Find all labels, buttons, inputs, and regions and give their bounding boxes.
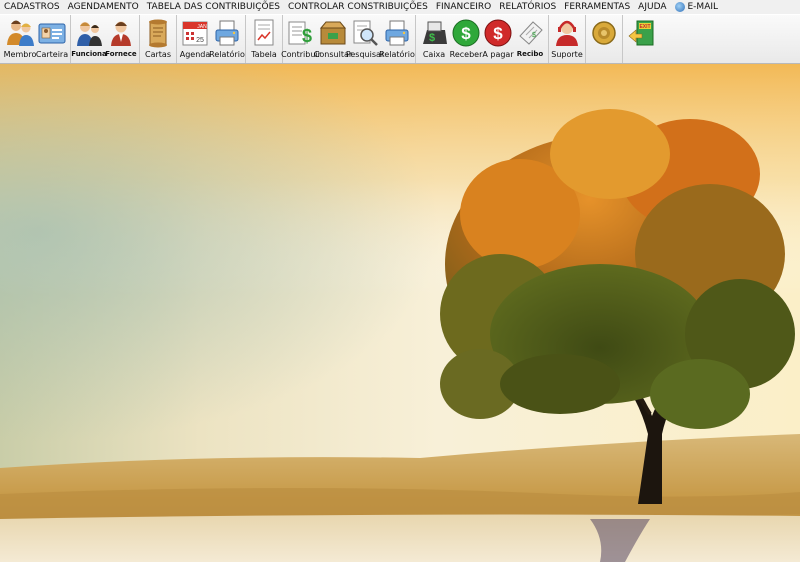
relatorio-agenda-button[interactable]: Relatório (209, 15, 245, 63)
menu-ferramentas[interactable]: FERRAMENTAS (560, 0, 634, 14)
calendar-icon: JAN 25 (182, 21, 208, 46)
carteira-label: Carteira (35, 50, 69, 59)
id-card-icon (38, 23, 66, 44)
menu-tabela-contribuicoes[interactable]: TABELA DAS CONTRIBUIÇÕES (143, 0, 284, 14)
exit-icon: EXIT (628, 20, 654, 46)
relatorio-contribuicoes-button[interactable]: Relatório (379, 15, 415, 63)
toolbar-group-pessoas: Funciona Fornece (71, 15, 140, 63)
menu-controlar-contribuicoes[interactable]: CONTROLAR CONSTRIBUIÇÕES (284, 0, 432, 14)
toolbar-group-financeiro: $ Caixa $ Receber $ A pagar $ Recibo (416, 15, 549, 63)
recibo-label: Recibo (516, 50, 544, 58)
calendar-day-text: 25 (196, 37, 204, 44)
tabela-button[interactable]: Tabela (248, 15, 280, 63)
funciona-label: Funciona (71, 50, 107, 58)
toolbar-group-contribuicoes: $ Contribuir Consultar Pesquisar Relatór… (281, 15, 416, 63)
toolbar-group-suporte: Suporte (549, 15, 586, 63)
toolbar-group-agenda: JAN 25 Agenda Relatório (177, 15, 246, 63)
dollar-list-icon: $ (288, 21, 312, 46)
menu-bar: CADASTROS AGENDAMENTO TABELA DAS CONTRIB… (0, 0, 800, 14)
printer-icon (215, 20, 239, 46)
background-landscape-image (0, 64, 800, 562)
receber-label: Receber (449, 50, 483, 59)
carteira-button[interactable]: Carteira (36, 15, 68, 63)
configuracao-button[interactable] (588, 15, 620, 63)
toolbar-group-config (586, 15, 623, 63)
membro-button[interactable]: Membro (4, 15, 36, 63)
consultar-button[interactable]: Consultar (314, 15, 352, 63)
apagar-label: A pagar (482, 50, 514, 59)
printer-icon (385, 20, 409, 46)
cartas-button[interactable]: Cartas (142, 15, 174, 63)
gold-coin-icon (592, 21, 616, 45)
toolbar-group-cartas: Cartas (140, 15, 177, 63)
caixa-label: Caixa (422, 50, 446, 59)
relatorio-agenda-label: Relatório (209, 50, 245, 59)
supplier-icon (111, 21, 131, 46)
contribuir-button[interactable]: $ Contribuir (281, 15, 321, 63)
green-dollar-icon: $ (452, 19, 480, 47)
support-agent-icon (556, 20, 578, 46)
cash-box-icon (319, 21, 347, 45)
receber-button[interactable]: $ Receber (450, 15, 482, 63)
receipt-icon: $ (519, 21, 543, 45)
svg-text:$: $ (429, 32, 435, 44)
exit-button[interactable]: EXIT (625, 15, 657, 63)
exit-sign-text: EXIT (639, 24, 650, 30)
agenda-label: Agenda (179, 50, 211, 59)
caixa-button[interactable]: $ Caixa (418, 15, 450, 63)
search-document-icon (353, 20, 378, 46)
menu-ajuda[interactable]: AJUDA (634, 0, 670, 14)
svg-text:$: $ (532, 32, 536, 39)
red-dollar-icon: $ (484, 19, 512, 47)
menu-email[interactable]: E-MAIL (671, 0, 723, 14)
menu-cadastros[interactable]: CADASTROS (0, 0, 64, 14)
cash-register-icon: $ (423, 21, 447, 44)
menu-financeiro[interactable]: FINANCEIRO (432, 0, 495, 14)
funciona-button[interactable]: Funciona (71, 15, 107, 63)
employee-icon (77, 22, 102, 46)
suporte-button[interactable]: Suporte (551, 15, 583, 63)
pesquisar-button[interactable]: Pesquisar (346, 15, 384, 63)
menu-email-label: E-MAIL (687, 2, 719, 12)
scroll-icon (149, 19, 167, 48)
cartas-label: Cartas (145, 50, 171, 59)
membro-label: Membro (3, 50, 37, 59)
menu-relatorios[interactable]: RELATÓRIOS (495, 0, 560, 14)
toolbar-group-tabela: Tabela (246, 15, 283, 63)
fornece-label: Fornece (105, 50, 137, 58)
apagar-button[interactable]: $ A pagar (482, 15, 514, 63)
toolbar: Membro Carteira Funciona Fornece Cartas … (0, 14, 800, 64)
tabela-label: Tabela (251, 50, 277, 59)
svg-text:$: $ (493, 24, 503, 43)
svg-text:$: $ (461, 24, 471, 43)
menu-agendamento[interactable]: AGENDAMENTO (64, 0, 143, 14)
document-chart-icon (254, 19, 274, 46)
suporte-label: Suporte (551, 50, 583, 59)
fornece-button[interactable]: Fornece (105, 15, 137, 63)
agenda-button[interactable]: JAN 25 Agenda (179, 15, 211, 63)
recibo-button[interactable]: $ Recibo (514, 15, 546, 63)
svg-text:$: $ (302, 26, 312, 46)
relatorio-contribuicoes-label: Relatório (379, 50, 415, 59)
members-icon (7, 20, 34, 46)
toolbar-group-sair: EXIT (623, 15, 659, 63)
toolbar-group-cadastro: Membro Carteira (2, 15, 71, 63)
calendar-month-text: JAN (197, 24, 207, 30)
email-globe-icon (674, 2, 685, 12)
